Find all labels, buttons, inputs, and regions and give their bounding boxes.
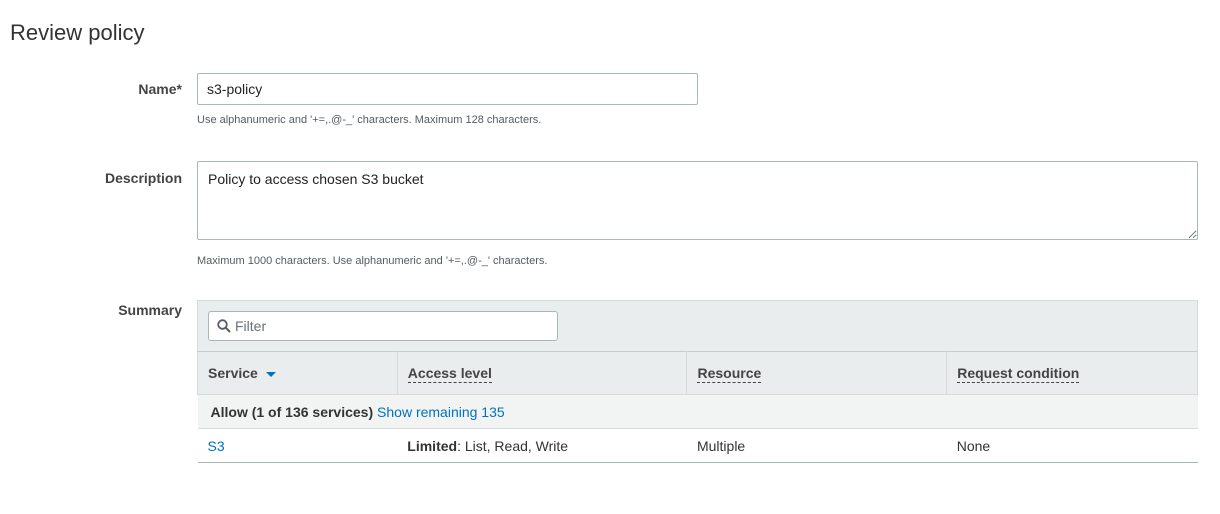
column-header-label: Resource [697,365,762,383]
column-header-label: Access level [407,365,492,383]
access-level-strong: Limited [407,437,458,454]
search-icon [217,319,231,338]
summary-table: Service Access level Resource Request co… [197,351,1198,463]
allow-group-cell: Allow (1 of 136 services) Show remaining… [197,394,1198,429]
sort-descending-icon [265,371,276,377]
access-level-cell: Limited: List, Read, Write [397,428,687,463]
service-cell: S3 [197,428,398,463]
filter-input[interactable] [235,312,555,340]
description-textarea[interactable]: Policy to access chosen S3 bucket [197,161,1198,240]
column-header-service[interactable]: Service [197,351,398,395]
name-hint: Use alphanumeric and '+=,.@-_' character… [197,114,542,126]
resource-cell: Multiple [686,428,947,463]
column-header-access-level[interactable]: Access level [396,351,688,395]
filter-box[interactable] [208,311,558,341]
page-title: Review policy [10,20,145,45]
review-policy-page: Review policy Name* Use alphanumeric and… [0,0,1220,514]
column-header-request-condition[interactable]: Request condition [946,351,1198,395]
show-remaining-link[interactable]: Show remaining 135 [377,404,505,420]
summary-label: Summary [118,302,182,318]
summary-panel: Service Access level Resource Request co… [197,300,1198,463]
column-header-label: Request condition [957,365,1080,383]
allow-group-label: Allow (1 of 136 services) [210,403,374,420]
filter-bar [197,300,1198,351]
name-input[interactable] [197,73,698,105]
access-level-detail: : List, Read, Write [457,437,569,454]
description-hint: Maximum 1000 characters. Use alphanumeri… [197,255,548,267]
table-row: S3 Limited: List, Read, Write Multiple N… [197,428,1198,463]
name-label: Name* [138,81,182,97]
table-header-row: Service Access level Resource Request co… [197,351,1198,395]
allow-group-row: Allow (1 of 136 services) Show remaining… [197,394,1198,429]
service-link-s3[interactable]: S3 [208,438,225,454]
request-condition-cell: None [946,428,1198,463]
column-header-resource[interactable]: Resource [686,351,948,395]
description-label: Description [104,170,182,186]
column-header-label: Service [208,365,258,381]
